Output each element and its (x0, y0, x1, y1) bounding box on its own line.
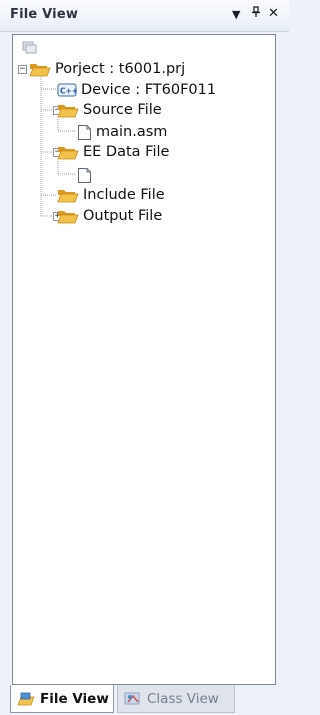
tree-node-project[interactable]: Porject : t6001.prj (29, 59, 185, 79)
tab-class-view-label: Class View (147, 690, 219, 707)
dropdown-arrow-icon[interactable]: ▼ (232, 8, 240, 21)
view-tabbar: File View Class View (0, 685, 289, 715)
panel-titlebar: File View ▼ ✕ (0, 0, 289, 32)
open-folder-icon (57, 211, 79, 224)
include-file-label: Include File (83, 187, 165, 203)
file-view-icon (17, 692, 35, 705)
open-folder-icon (57, 190, 79, 203)
tree-node-device[interactable]: C++ Device : FT60F011 (57, 80, 216, 100)
class-view-icon (124, 692, 140, 704)
output-file-label: Output File (83, 208, 163, 224)
open-folder-icon (57, 105, 79, 118)
tree-node-include-file[interactable]: Include File (57, 185, 165, 205)
tree-node-ee-data-file[interactable]: EE Data File (57, 142, 169, 162)
file-icon (78, 167, 91, 183)
close-icon[interactable]: ✕ (268, 6, 279, 21)
device-icon: C++ (57, 83, 77, 97)
collapse-all-icon[interactable] (22, 41, 38, 55)
project-label: Porject : t6001.prj (55, 61, 186, 77)
pin-icon[interactable] (251, 6, 261, 21)
device-label: Device : FT60F011 (81, 82, 217, 98)
project-collapse-toggle[interactable]: − (18, 65, 27, 74)
open-folder-icon (57, 147, 79, 160)
ee-data-file-label: EE Data File (83, 144, 170, 160)
tab-file-view[interactable]: File View (10, 685, 114, 713)
tab-class-view[interactable]: Class View (117, 685, 235, 713)
pin-glyph (252, 6, 260, 17)
tree-node-source-file[interactable]: Source File (57, 100, 162, 120)
main-asm-label: main.asm (96, 124, 168, 140)
tab-file-view-label: File View (40, 690, 109, 707)
file-tree-panel[interactable]: − Porject : t6001.prj C++ Device : FT60F… (12, 34, 276, 685)
svg-text:C++: C++ (60, 87, 77, 96)
tree-node-ee-file[interactable] (77, 165, 96, 185)
file-icon (78, 124, 91, 140)
panel-title: File View (10, 7, 79, 22)
tree-node-main-asm[interactable]: main.asm (77, 122, 167, 142)
tree-node-output-file[interactable]: Output File (57, 206, 162, 226)
open-folder-icon (29, 64, 51, 77)
source-file-label: Source File (83, 102, 162, 118)
